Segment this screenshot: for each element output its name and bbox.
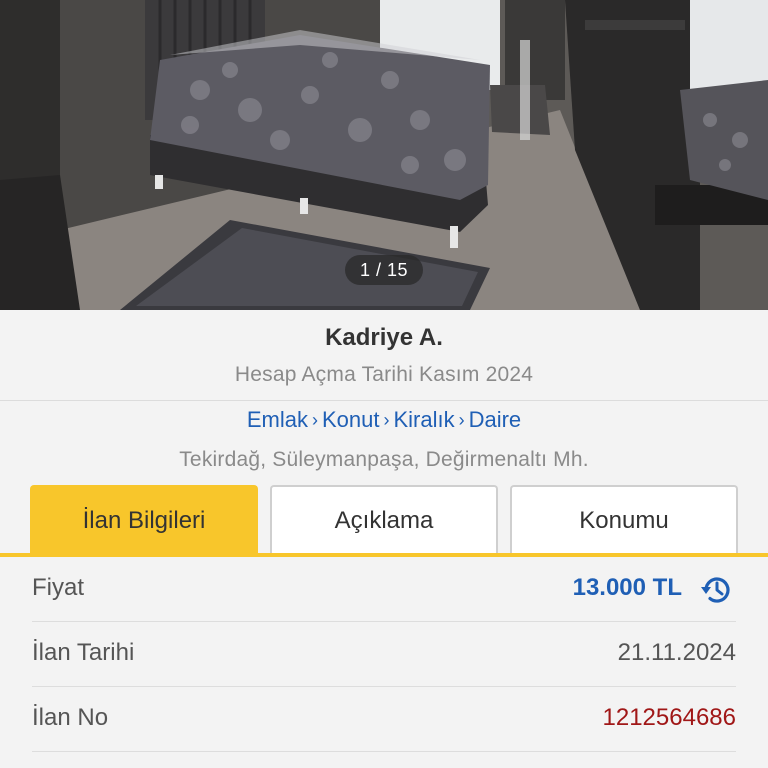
breadcrumb-item-daire[interactable]: Daire	[469, 407, 522, 432]
tab-bar: İlan Bilgileri Açıklama Konumu	[0, 485, 768, 555]
price-value: 13.000 TL	[572, 574, 682, 601]
listing-no-value[interactable]: 1212564686	[603, 704, 736, 732]
chevron-right-icon: ›	[383, 410, 390, 430]
breadcrumb-item-emlak[interactable]: Emlak	[247, 407, 308, 432]
listing-date-value: 21.11.2024	[617, 639, 736, 666]
listing-location: Tekirdağ, Süleymanpaşa, Değirmenaltı Mh.	[179, 448, 589, 471]
divider	[0, 400, 768, 401]
tab-konumu[interactable]: Konumu	[510, 485, 738, 553]
tab-ilan-bilgileri[interactable]: İlan Bilgileri	[30, 485, 258, 553]
listing-no-label: İlan No	[32, 704, 109, 731]
owner-section: Kadriye A. Hesap Açma Tarihi Kasım 2024	[0, 310, 768, 400]
breadcrumb: Emlak › Konut › Kiralık › Daire	[0, 407, 768, 433]
price-label: Fiyat	[32, 574, 85, 601]
detail-row-listing-no: İlan No 1212564686	[32, 687, 736, 752]
history-icon[interactable]	[698, 571, 736, 609]
detail-row-price: Fiyat 13.000 TL	[32, 557, 736, 622]
photo-counter: 1 / 15	[345, 255, 423, 285]
listing-date-label: İlan Tarihi	[32, 639, 135, 666]
listing-details: Fiyat 13.000 TL İlan Tarihi 21.11.2024 İ…	[0, 557, 768, 768]
breadcrumb-item-kiralik[interactable]: Kiralık	[393, 407, 454, 432]
account-created-date: Hesap Açma Tarihi Kasım 2024	[234, 363, 534, 386]
detail-row-listing-date: İlan Tarihi 21.11.2024	[32, 622, 736, 687]
owner-name[interactable]: Kadriye A.	[0, 324, 768, 352]
chevron-right-icon: ›	[458, 410, 465, 430]
breadcrumb-item-konut[interactable]: Konut	[322, 407, 380, 432]
tab-aciklama[interactable]: Açıklama	[270, 485, 498, 553]
chevron-right-icon: ›	[311, 410, 318, 430]
listing-photo[interactable]: 1 / 15	[0, 0, 768, 310]
